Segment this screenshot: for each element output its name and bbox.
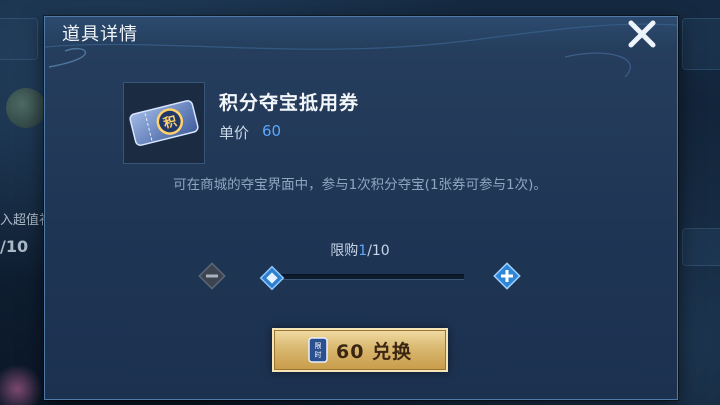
decrease-button[interactable]	[197, 261, 227, 291]
purchase-limit: 限购1/10	[0, 240, 720, 260]
quantity-slider-handle[interactable]	[259, 265, 285, 291]
price-value: 60	[262, 122, 282, 140]
background-panel	[0, 18, 38, 60]
minus-icon	[198, 262, 226, 290]
item-description: 可在商城的夺宝界面中，参与1次积分夺宝(1张券可参与1次)。	[173, 177, 547, 193]
background-orb	[6, 88, 46, 128]
diamond-handle-icon	[259, 265, 285, 291]
background-panel	[682, 18, 720, 70]
background-decoration	[0, 365, 44, 405]
coupon-glyph-2: 时	[314, 350, 321, 359]
quantity-slider-track[interactable]	[268, 274, 464, 280]
points-ticket-icon: 积	[129, 100, 199, 146]
limit-max: /10	[367, 243, 390, 259]
item-name: 积分夺宝抵用券	[219, 92, 360, 114]
limit-label: 限购	[330, 243, 359, 259]
coupon-glyph: 限	[314, 341, 321, 350]
plus-icon	[493, 262, 521, 290]
limit-current: 1	[358, 243, 368, 259]
dialog-header	[45, 17, 677, 51]
dialog-title: 道具详情	[62, 24, 138, 45]
item-icon-frame: 积	[123, 82, 205, 164]
price-label: 单价	[219, 124, 250, 142]
close-button[interactable]	[624, 16, 660, 52]
exchange-button[interactable]: 限 时 60 兑换	[272, 328, 448, 372]
exchange-label: 60 兑换	[335, 340, 413, 363]
increase-button[interactable]	[492, 261, 522, 291]
limited-coupon-icon: 限 时	[308, 337, 328, 363]
close-icon	[628, 20, 656, 48]
